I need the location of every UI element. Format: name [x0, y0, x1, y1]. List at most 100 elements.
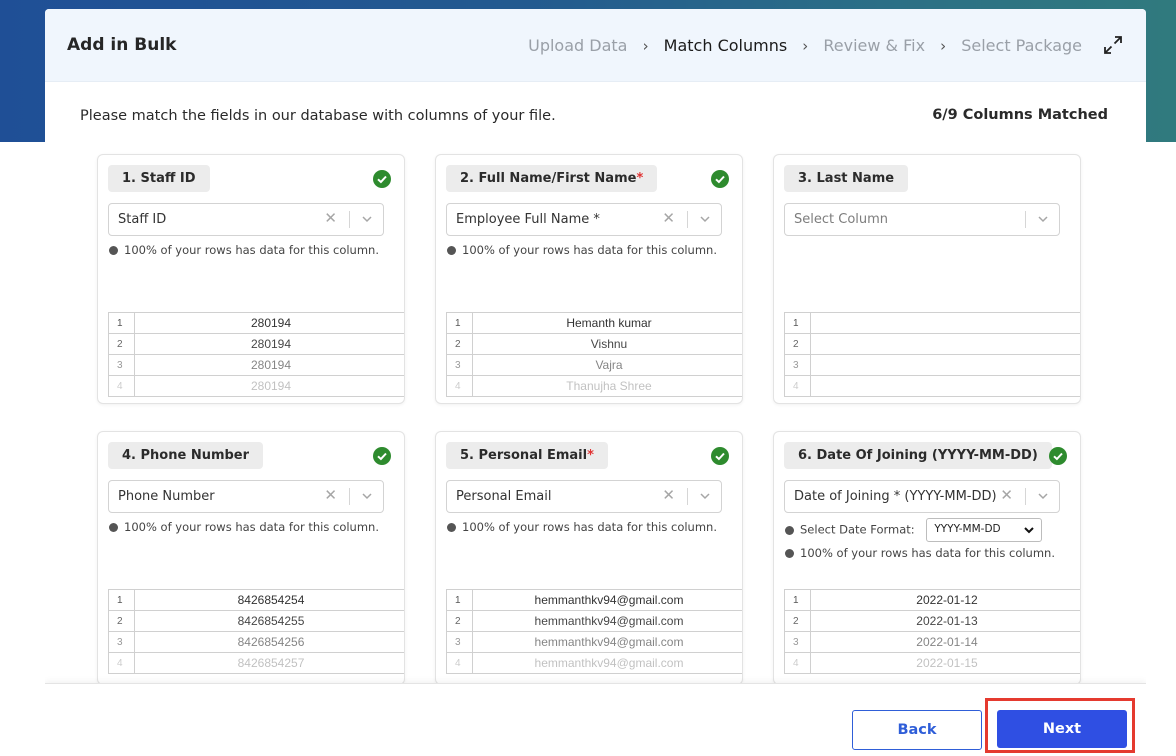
table-row: 3 8426854256 — [108, 631, 404, 653]
date-format-select[interactable]: YYYY-MM-DD — [926, 518, 1043, 542]
field-card-full-name: 2. Full Name/First Name* Employee Full N… — [435, 154, 743, 404]
chevron-down-icon — [1024, 527, 1035, 534]
table-row: 1 280194 — [108, 312, 404, 334]
table-row: 2 2022-01-13 — [784, 610, 1080, 632]
preview-table: 1 hemmanthkv94@gmail.com 2 hemmanthkv94@gm… — [446, 589, 742, 674]
info-icon — [785, 549, 794, 558]
wizard-steps: Upload Data › Match Columns › Review & F… — [528, 36, 1082, 55]
select-divider — [349, 488, 350, 505]
select-divider — [687, 211, 688, 228]
clear-icon[interactable]: ✕ — [662, 211, 675, 226]
info-icon — [785, 525, 794, 535]
column-select[interactable]: Phone Number ✕ — [108, 480, 384, 513]
step-match-columns[interactable]: Match Columns — [664, 36, 788, 55]
table-row: 4 2022-01-15 — [784, 652, 1080, 674]
field-card-personal-email: 5. Personal Email* Personal Email ✕ 100%… — [435, 431, 743, 685]
column-select[interactable]: Select Column — [784, 203, 1060, 236]
field-label: 3. Last Name — [784, 165, 909, 192]
table-row: 4 8426854257 — [108, 652, 404, 674]
clear-icon[interactable]: ✕ — [662, 488, 675, 503]
data-coverage-info: 100% of your rows has data for this colu… — [785, 546, 1055, 560]
info-icon — [447, 246, 456, 255]
select-divider — [1025, 211, 1026, 228]
check-circle-icon — [711, 447, 729, 465]
clear-icon[interactable]: ✕ — [1000, 488, 1013, 503]
table-row: 1 8426854254 — [108, 589, 404, 611]
preview-table: 1 2022-01-12 2 2022-01-13 3 2022-01-14 4 202… — [784, 589, 1080, 674]
back-button[interactable]: Back — [852, 710, 982, 750]
table-row: 4 — [784, 375, 1080, 397]
chevron-right-icon: › — [642, 37, 649, 55]
table-row: 2 hemmanthkv94@gmail.com — [446, 610, 742, 632]
modal-title: Add in Bulk — [67, 35, 177, 55]
expand-icon[interactable] — [1102, 34, 1124, 56]
field-label: 4. Phone Number — [108, 442, 264, 469]
step-select-package[interactable]: Select Package — [961, 36, 1082, 55]
table-row: 2 8426854255 — [108, 610, 404, 632]
chevron-down-icon[interactable] — [360, 489, 374, 503]
chevron-down-icon[interactable] — [360, 212, 374, 226]
preview-table: 1 280194 2 280194 3 280194 4 280194 — [108, 312, 404, 397]
table-row: 3 2022-01-14 — [784, 631, 1080, 653]
field-label: 6. Date Of Joining (YYYY-MM-DD) — [784, 442, 1052, 469]
preview-table: 1 2 3 4 — [784, 312, 1080, 397]
chevron-right-icon: › — [940, 37, 947, 55]
add-in-bulk-modal: Add in Bulk Upload Data › Match Columns … — [45, 9, 1146, 756]
data-coverage-info: 100% of your rows has data for this colu… — [109, 243, 379, 257]
table-row: 3 — [784, 354, 1080, 376]
check-circle-icon — [373, 447, 391, 465]
field-card-last-name: 3. Last Name Select Column 1 2 3 4 — [773, 154, 1081, 404]
data-coverage-info: 100% of your rows has data for this colu… — [109, 520, 379, 534]
check-circle-icon — [1049, 447, 1067, 465]
chevron-down-icon[interactable] — [698, 212, 712, 226]
table-row: 4 Thanujha Shree — [446, 375, 742, 397]
step-upload-data[interactable]: Upload Data — [528, 36, 627, 55]
table-row: 2 — [784, 333, 1080, 355]
chevron-down-icon[interactable] — [1036, 489, 1050, 503]
clear-icon[interactable]: ✕ — [324, 211, 337, 226]
column-select[interactable]: Staff ID ✕ — [108, 203, 384, 236]
table-row: 4 hemmanthkv94@gmail.com — [446, 652, 742, 674]
table-row: 1 Hemanth kumar — [446, 312, 742, 334]
table-row: 4 280194 — [108, 375, 404, 397]
column-select[interactable]: Date of Joining * (YYYY-MM-DD) ✕ — [784, 480, 1060, 513]
preview-table: 1 8426854254 2 8426854255 3 8426854256 4 842… — [108, 589, 404, 674]
modal-footer: Back Next — [45, 683, 1146, 756]
column-select[interactable]: Personal Email ✕ — [446, 480, 722, 513]
info-icon — [447, 523, 456, 532]
info-icon — [109, 246, 118, 255]
chevron-down-icon[interactable] — [698, 489, 712, 503]
field-card-staff-id: 1. Staff ID Staff ID ✕ 100% of your rows… — [97, 154, 405, 404]
chevron-down-icon[interactable] — [1036, 212, 1050, 226]
field-card-phone-number: 4. Phone Number Phone Number ✕ 100% of y… — [97, 431, 405, 685]
table-row: 3 280194 — [108, 354, 404, 376]
highlight-box — [985, 698, 1135, 753]
required-marker: * — [587, 448, 594, 463]
data-coverage-info: 100% of your rows has data for this colu… — [447, 520, 717, 534]
field-label: 5. Personal Email* — [446, 442, 608, 469]
field-card-date-of-joining: 6. Date Of Joining (YYYY-MM-DD) Date of … — [773, 431, 1081, 685]
select-divider — [1025, 488, 1026, 505]
table-row: 1 — [784, 312, 1080, 334]
table-row: 2 280194 — [108, 333, 404, 355]
matched-count: 6/9 Columns Matched — [932, 107, 1108, 123]
check-circle-icon — [711, 170, 729, 188]
field-label: 2. Full Name/First Name* — [446, 165, 658, 192]
table-row: 1 hemmanthkv94@gmail.com — [446, 589, 742, 611]
select-divider — [349, 211, 350, 228]
data-coverage-info: 100% of your rows has data for this colu… — [447, 243, 717, 257]
clear-icon[interactable]: ✕ — [324, 488, 337, 503]
date-format-row: Select Date Format: YYYY-MM-DD — [785, 518, 1043, 542]
field-label: 1. Staff ID — [108, 165, 210, 192]
step-review-fix[interactable]: Review & Fix — [823, 36, 925, 55]
info-icon — [109, 523, 118, 532]
required-marker: * — [636, 171, 644, 186]
table-row: 3 hemmanthkv94@gmail.com — [446, 631, 742, 653]
table-row: 2 Vishnu — [446, 333, 742, 355]
table-row: 1 2022-01-12 — [784, 589, 1080, 611]
table-row: 3 Vajra — [446, 354, 742, 376]
chevron-right-icon: › — [802, 37, 809, 55]
check-circle-icon — [373, 170, 391, 188]
modal-header: Add in Bulk Upload Data › Match Columns … — [45, 9, 1146, 82]
column-select[interactable]: Employee Full Name * ✕ — [446, 203, 722, 236]
